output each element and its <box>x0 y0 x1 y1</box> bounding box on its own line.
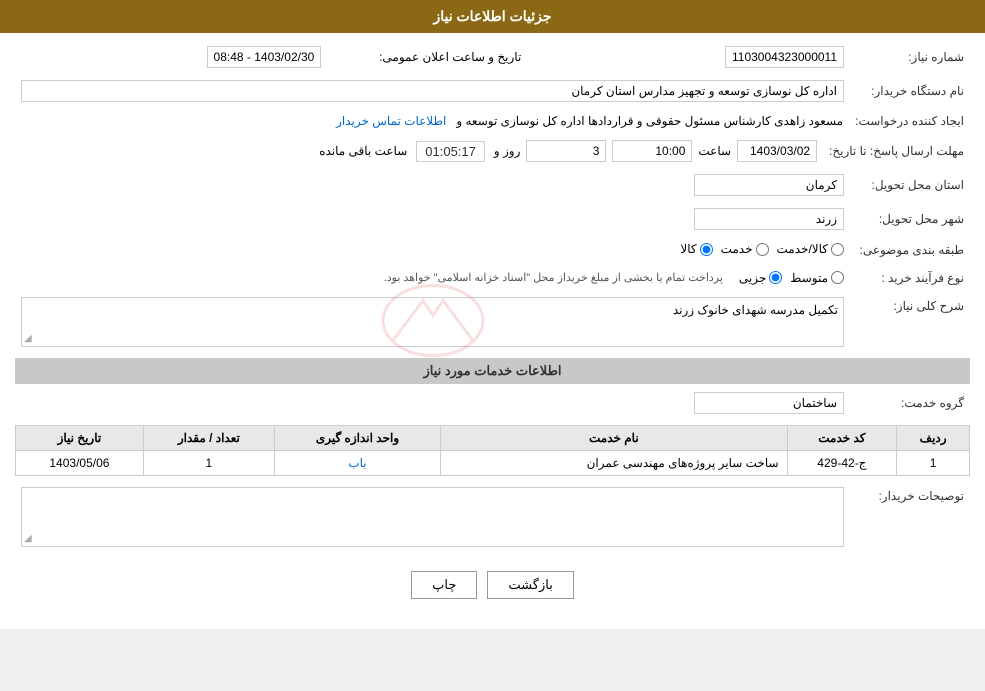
tabaqe-value-cell: کالا/خدمت خدمت کالا <box>15 239 850 262</box>
footer-buttons: بازگشت چاپ <box>15 556 970 619</box>
shomara-value-cell: 1103004323000011 <box>527 43 850 71</box>
grouh-row: گروه خدمت: ساختمان <box>15 389 970 417</box>
cell-radif: 1 <box>897 450 970 475</box>
cell-kod: ج-42-429 <box>787 450 897 475</box>
tosifat-label: توصیحات خریدار: <box>850 484 970 550</box>
tabaqe-option-khidmat[interactable]: خدمت <box>721 242 769 256</box>
shahr-value-cell: زرند <box>15 205 850 233</box>
tosifat-box: ◢ <box>21 487 844 547</box>
tosifat-value-cell: ◢ <box>15 484 850 550</box>
shomara-value: 1103004323000011 <box>725 46 844 68</box>
navae-note: پرداخت تمام یا بخشی از مبلغ خریداز محل "… <box>384 271 723 284</box>
page-wrapper: جزئیات اطلاعات نیاز شماره نیاز: 11030043… <box>0 0 985 629</box>
navae-label: نوع فرآیند خرید : <box>850 268 970 288</box>
grouh-value-cell: ساختمان <box>15 389 850 417</box>
ijad-value-cell: مسعود زاهدی کارشناس مسئول حقوقی و قراردا… <box>15 111 849 131</box>
ostan-row: استان محل تحویل: کرمان <box>15 171 970 199</box>
tarikh-value: 1403/03/02 <box>737 140 817 162</box>
watermark <box>373 280 493 363</box>
col-tedad: تعداد / مقدار <box>143 425 274 450</box>
shomara-label: شماره نیاز: <box>850 43 970 71</box>
sharh-row: شرح کلی نیاز: تکمیل مدرسه شهدای خانوک زر… <box>15 294 970 350</box>
navae-option-jozi-label: جزیی <box>739 271 766 285</box>
tarikh-elan-value: 1403/02/30 - 08:48 <box>207 46 322 68</box>
tosifat-resize-icon: ◢ <box>24 533 32 544</box>
tabaqe-radio-kala-khidmat[interactable] <box>831 243 844 256</box>
services-section-header: اطلاعات خدمات مورد نیاز <box>15 358 970 384</box>
page-title: جزئیات اطلاعات نیاز <box>433 8 551 24</box>
grouh-value: ساختمان <box>694 392 844 414</box>
cell-tarikh: 1403/05/06 <box>16 450 144 475</box>
cell-tedad: 1 <box>143 450 274 475</box>
tabaqe-option-kala[interactable]: کالا <box>680 242 712 256</box>
sharh-value: تکمیل مدرسه شهدای خانوک زرند <box>673 303 838 317</box>
shahr-row: شهر محل تحویل: زرند <box>15 205 970 233</box>
tabaqe-label: طبقه بندی موضوعی: <box>850 239 970 262</box>
ostan-label: استان محل تحویل: <box>850 171 970 199</box>
mohlet-row: مهلت ارسال پاسخ: تا تاریخ: 1403/03/02 سا… <box>15 137 970 165</box>
saat-label: ساعت <box>698 144 731 158</box>
baqi-mande-label: ساعت باقی مانده <box>319 144 407 158</box>
col-kod: کد خدمت <box>787 425 897 450</box>
tarikh-elan-label: تاریخ و ساعت اعلان عمومی: <box>327 43 527 71</box>
resize-icon: ◢ <box>24 333 32 344</box>
countdown-value: 01:05:17 <box>416 141 485 162</box>
table-row: 1 ج-42-429 ساخت سایر پروژه‌های مهندسی عم… <box>16 450 970 475</box>
navae-radio-jozi[interactable] <box>769 271 782 284</box>
roz-label: روز و <box>494 144 521 158</box>
saat-value: 10:00 <box>612 140 692 162</box>
dastgah-row: نام دستگاه خریدار: اداره کل نوسازی توسعه… <box>15 77 970 105</box>
navae-radio-motavasset[interactable] <box>831 271 844 284</box>
dastgah-value: اداره کل نوسازی توسعه و تجهیز مدارس استا… <box>21 80 844 102</box>
grouh-label: گروه خدمت: <box>850 389 970 417</box>
cell-vahid: باب <box>274 450 440 475</box>
navae-option-motavasset[interactable]: متوسط <box>790 271 844 285</box>
page-header: جزئیات اطلاعات نیاز <box>0 0 985 33</box>
ijad-label: ایجاد کننده درخواست: <box>849 111 970 131</box>
tamas-link[interactable]: اطلاعات تماس خریدار <box>336 114 446 128</box>
shomara-row: شماره نیاز: 1103004323000011 تاریخ و ساع… <box>15 43 970 71</box>
tabaqe-option-kala-khidmat[interactable]: کالا/خدمت <box>777 242 844 256</box>
tabaqe-radio-kala[interactable] <box>700 243 713 256</box>
tarikh-elan-value-cell: 1403/02/30 - 08:48 <box>15 43 327 71</box>
ostan-value: کرمان <box>694 174 844 196</box>
mohlet-label: مهلت ارسال پاسخ: تا تاریخ: <box>823 137 970 165</box>
tabaqe-option-khidmat-label: خدمت <box>721 242 753 256</box>
col-tarikh: تاریخ نیاز <box>16 425 144 450</box>
back-button[interactable]: بازگشت <box>487 571 573 599</box>
tabaqe-option-kala-khidmat-label: کالا/خدمت <box>777 242 828 256</box>
sharh-label: شرح کلی نیاز: <box>850 294 970 350</box>
tabaqe-radio-khidmat[interactable] <box>756 243 769 256</box>
ijad-value: مسعود زاهدی کارشناس مسئول حقوقی و قراردا… <box>456 114 843 128</box>
ijad-row: ایجاد کننده درخواست: مسعود زاهدی کارشناس… <box>15 111 970 131</box>
tosifat-row: توصیحات خریدار: ◢ <box>15 484 970 550</box>
dastgah-label: نام دستگاه خریدار: <box>850 77 970 105</box>
navae-radio-group: متوسط جزیی <box>739 271 844 285</box>
tabaqe-radio-group: کالا/خدمت خدمت کالا <box>680 242 844 256</box>
navae-value-cell: متوسط جزیی پرداخت تمام یا بخشی از مبلغ خ… <box>15 268 850 288</box>
navae-row: نوع فرآیند خرید : متوسط جزیی <box>15 268 970 288</box>
shahr-label: شهر محل تحویل: <box>850 205 970 233</box>
dastgah-value-cell: اداره کل نوسازی توسعه و تجهیز مدارس استا… <box>15 77 850 105</box>
services-table: ردیف کد خدمت نام خدمت واحد اندازه گیری ت… <box>15 425 970 476</box>
content-area: شماره نیاز: 1103004323000011 تاریخ و ساع… <box>0 33 985 629</box>
sharh-box: تکمیل مدرسه شهدای خانوک زرند ◢ <box>21 297 844 347</box>
shahr-value: زرند <box>694 208 844 230</box>
col-nam: نام خدمت <box>441 425 787 450</box>
col-radif: ردیف <box>897 425 970 450</box>
roz-value: 3 <box>526 140 606 162</box>
sharh-value-cell: تکمیل مدرسه شهدای خانوک زرند ◢ <box>15 294 850 350</box>
print-button[interactable]: چاپ <box>411 571 477 599</box>
cell-nam: ساخت سایر پروژه‌های مهندسی عمران <box>441 450 787 475</box>
navae-option-motavasset-label: متوسط <box>790 271 828 285</box>
tabaqe-row: طبقه بندی موضوعی: کالا/خدمت خدمت <box>15 239 970 262</box>
navae-option-jozi[interactable]: جزیی <box>739 271 782 285</box>
mohlet-value-cell: 1403/03/02 ساعت 10:00 3 روز و 01:05:17 س… <box>15 137 823 165</box>
tabaqe-option-kala-label: کالا <box>680 242 696 256</box>
ostan-value-cell: کرمان <box>15 171 850 199</box>
col-vahid: واحد اندازه گیری <box>274 425 440 450</box>
